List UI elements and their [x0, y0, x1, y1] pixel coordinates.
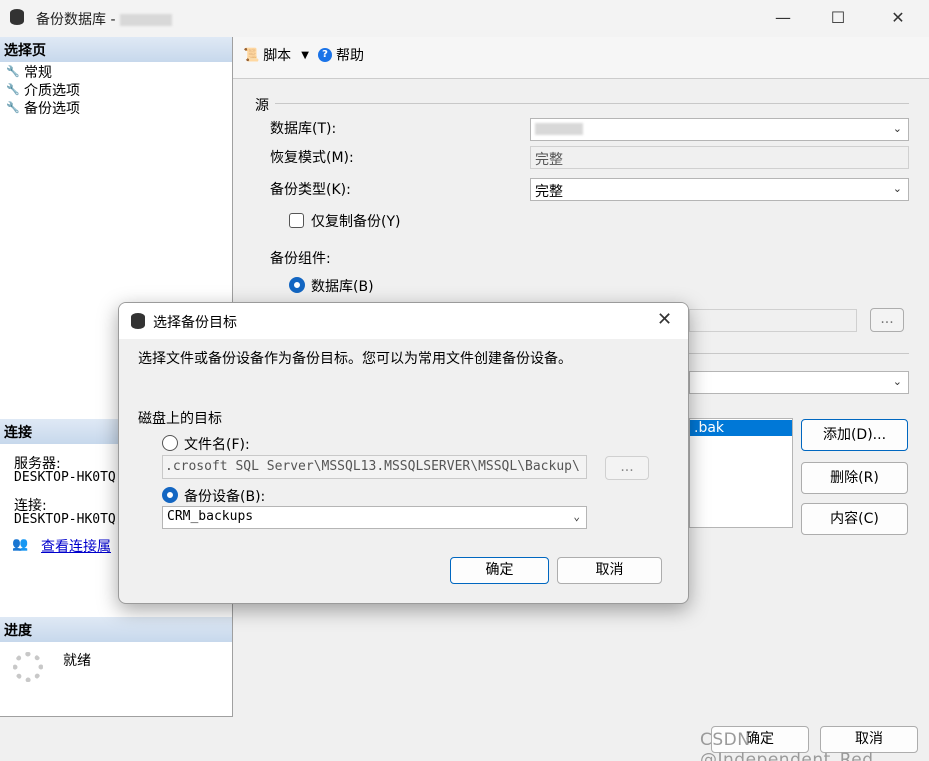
back-up-to-combo[interactable]: ⌄: [689, 371, 909, 394]
page-backup-options[interactable]: 🔧 备份选项: [6, 98, 80, 118]
help-icon: ?: [318, 48, 332, 62]
window-title: 备份数据库 -: [36, 9, 172, 29]
dialog-ok-button[interactable]: 确定: [450, 557, 549, 584]
backup-device-label: 备份设备(B):: [184, 489, 266, 505]
copy-only-checkbox[interactable]: [289, 213, 304, 228]
backup-type-label: 备份类型(K):: [270, 182, 351, 198]
view-connection-properties-link[interactable]: 查看连接属: [41, 536, 111, 556]
remove-button[interactable]: 删除(R): [801, 462, 908, 494]
file-groups-browse-button[interactable]: ...: [870, 308, 904, 332]
backup-device-radio[interactable]: [162, 487, 178, 503]
chevron-down-icon: ▼: [301, 49, 309, 61]
dialog-instruction: 选择文件或备份设备作为备份目标。您可以为常用文件创建备份设备。: [138, 351, 572, 367]
recovery-model-field: 完整: [530, 146, 909, 169]
connection-properties-icon: 👥: [12, 537, 29, 552]
select-backup-destination-dialog: 选择备份目标 ✕ 选择文件或备份设备作为备份目标。您可以为常用文件创建备份设备。…: [118, 302, 689, 604]
component-database-radio[interactable]: [289, 277, 305, 293]
component-database-label: 数据库(B): [311, 279, 374, 295]
dialog-close-button[interactable]: ✕: [657, 309, 672, 330]
script-icon: 📜: [243, 47, 260, 63]
file-name-label: 文件名(F):: [184, 437, 250, 453]
backup-component-label: 备份组件:: [270, 251, 331, 267]
backup-device-combo[interactable]: CRM_backups ⌄: [162, 506, 587, 529]
help-button[interactable]: ? 帮助: [318, 45, 364, 65]
divider: [689, 353, 909, 354]
database-icon: [10, 9, 24, 29]
disk-destination-label: 磁盘上的目标: [138, 411, 222, 427]
chevron-down-icon: ⌄: [573, 510, 580, 523]
maximize-button[interactable]: ☐: [815, 4, 861, 32]
chevron-down-icon: ⌄: [892, 182, 902, 195]
page-general[interactable]: 🔧 常规: [6, 62, 52, 82]
contents-button[interactable]: 内容(C): [801, 503, 908, 535]
progress-spinner-icon: [13, 652, 43, 682]
select-page-header: 选择页: [0, 37, 232, 62]
progress-header: 进度: [0, 617, 232, 642]
list-item[interactable]: .bak: [690, 420, 792, 436]
wrench-icon: 🔧: [6, 65, 20, 78]
dialog-title: 选择备份目标: [153, 315, 237, 331]
dialog-cancel-button[interactable]: 取消: [557, 557, 662, 584]
recovery-model-label: 恢复模式(M):: [270, 150, 354, 166]
copy-only-label: 仅复制备份(Y): [311, 214, 401, 230]
close-window-button[interactable]: ✕: [875, 4, 921, 32]
watermark: CSDN @Independent_Red: [700, 730, 874, 761]
wrench-icon: 🔧: [6, 101, 20, 114]
backup-type-combo[interactable]: 完整 ⌄: [530, 178, 909, 201]
database-label: 数据库(T):: [270, 121, 337, 137]
page-media-options[interactable]: 🔧 介质选项: [6, 80, 80, 100]
file-groups-field: [689, 309, 857, 332]
progress-status: 就绪: [63, 653, 91, 669]
add-button[interactable]: 添加(D)...: [801, 419, 908, 451]
divider: [275, 103, 909, 104]
source-group-label: 源: [255, 98, 269, 114]
file-name-browse-button[interactable]: ...: [605, 456, 649, 480]
minimize-button[interactable]: —: [760, 4, 806, 32]
connection-value: DESKTOP-HK0TQ: [14, 512, 116, 527]
chevron-down-icon: ⌄: [892, 122, 902, 135]
file-name-input[interactable]: .crosoft SQL Server\MSSQL13.MSSQLSERVER\…: [162, 455, 587, 479]
wrench-icon: 🔧: [6, 83, 20, 96]
database-combo[interactable]: ⌄: [530, 118, 909, 141]
chevron-down-icon: ⌄: [892, 375, 902, 388]
file-name-radio[interactable]: [162, 435, 178, 451]
database-icon: [131, 313, 145, 333]
server-value: DESKTOP-HK0TQ: [14, 470, 116, 485]
script-button[interactable]: 📜 脚本 ▼: [243, 45, 309, 65]
